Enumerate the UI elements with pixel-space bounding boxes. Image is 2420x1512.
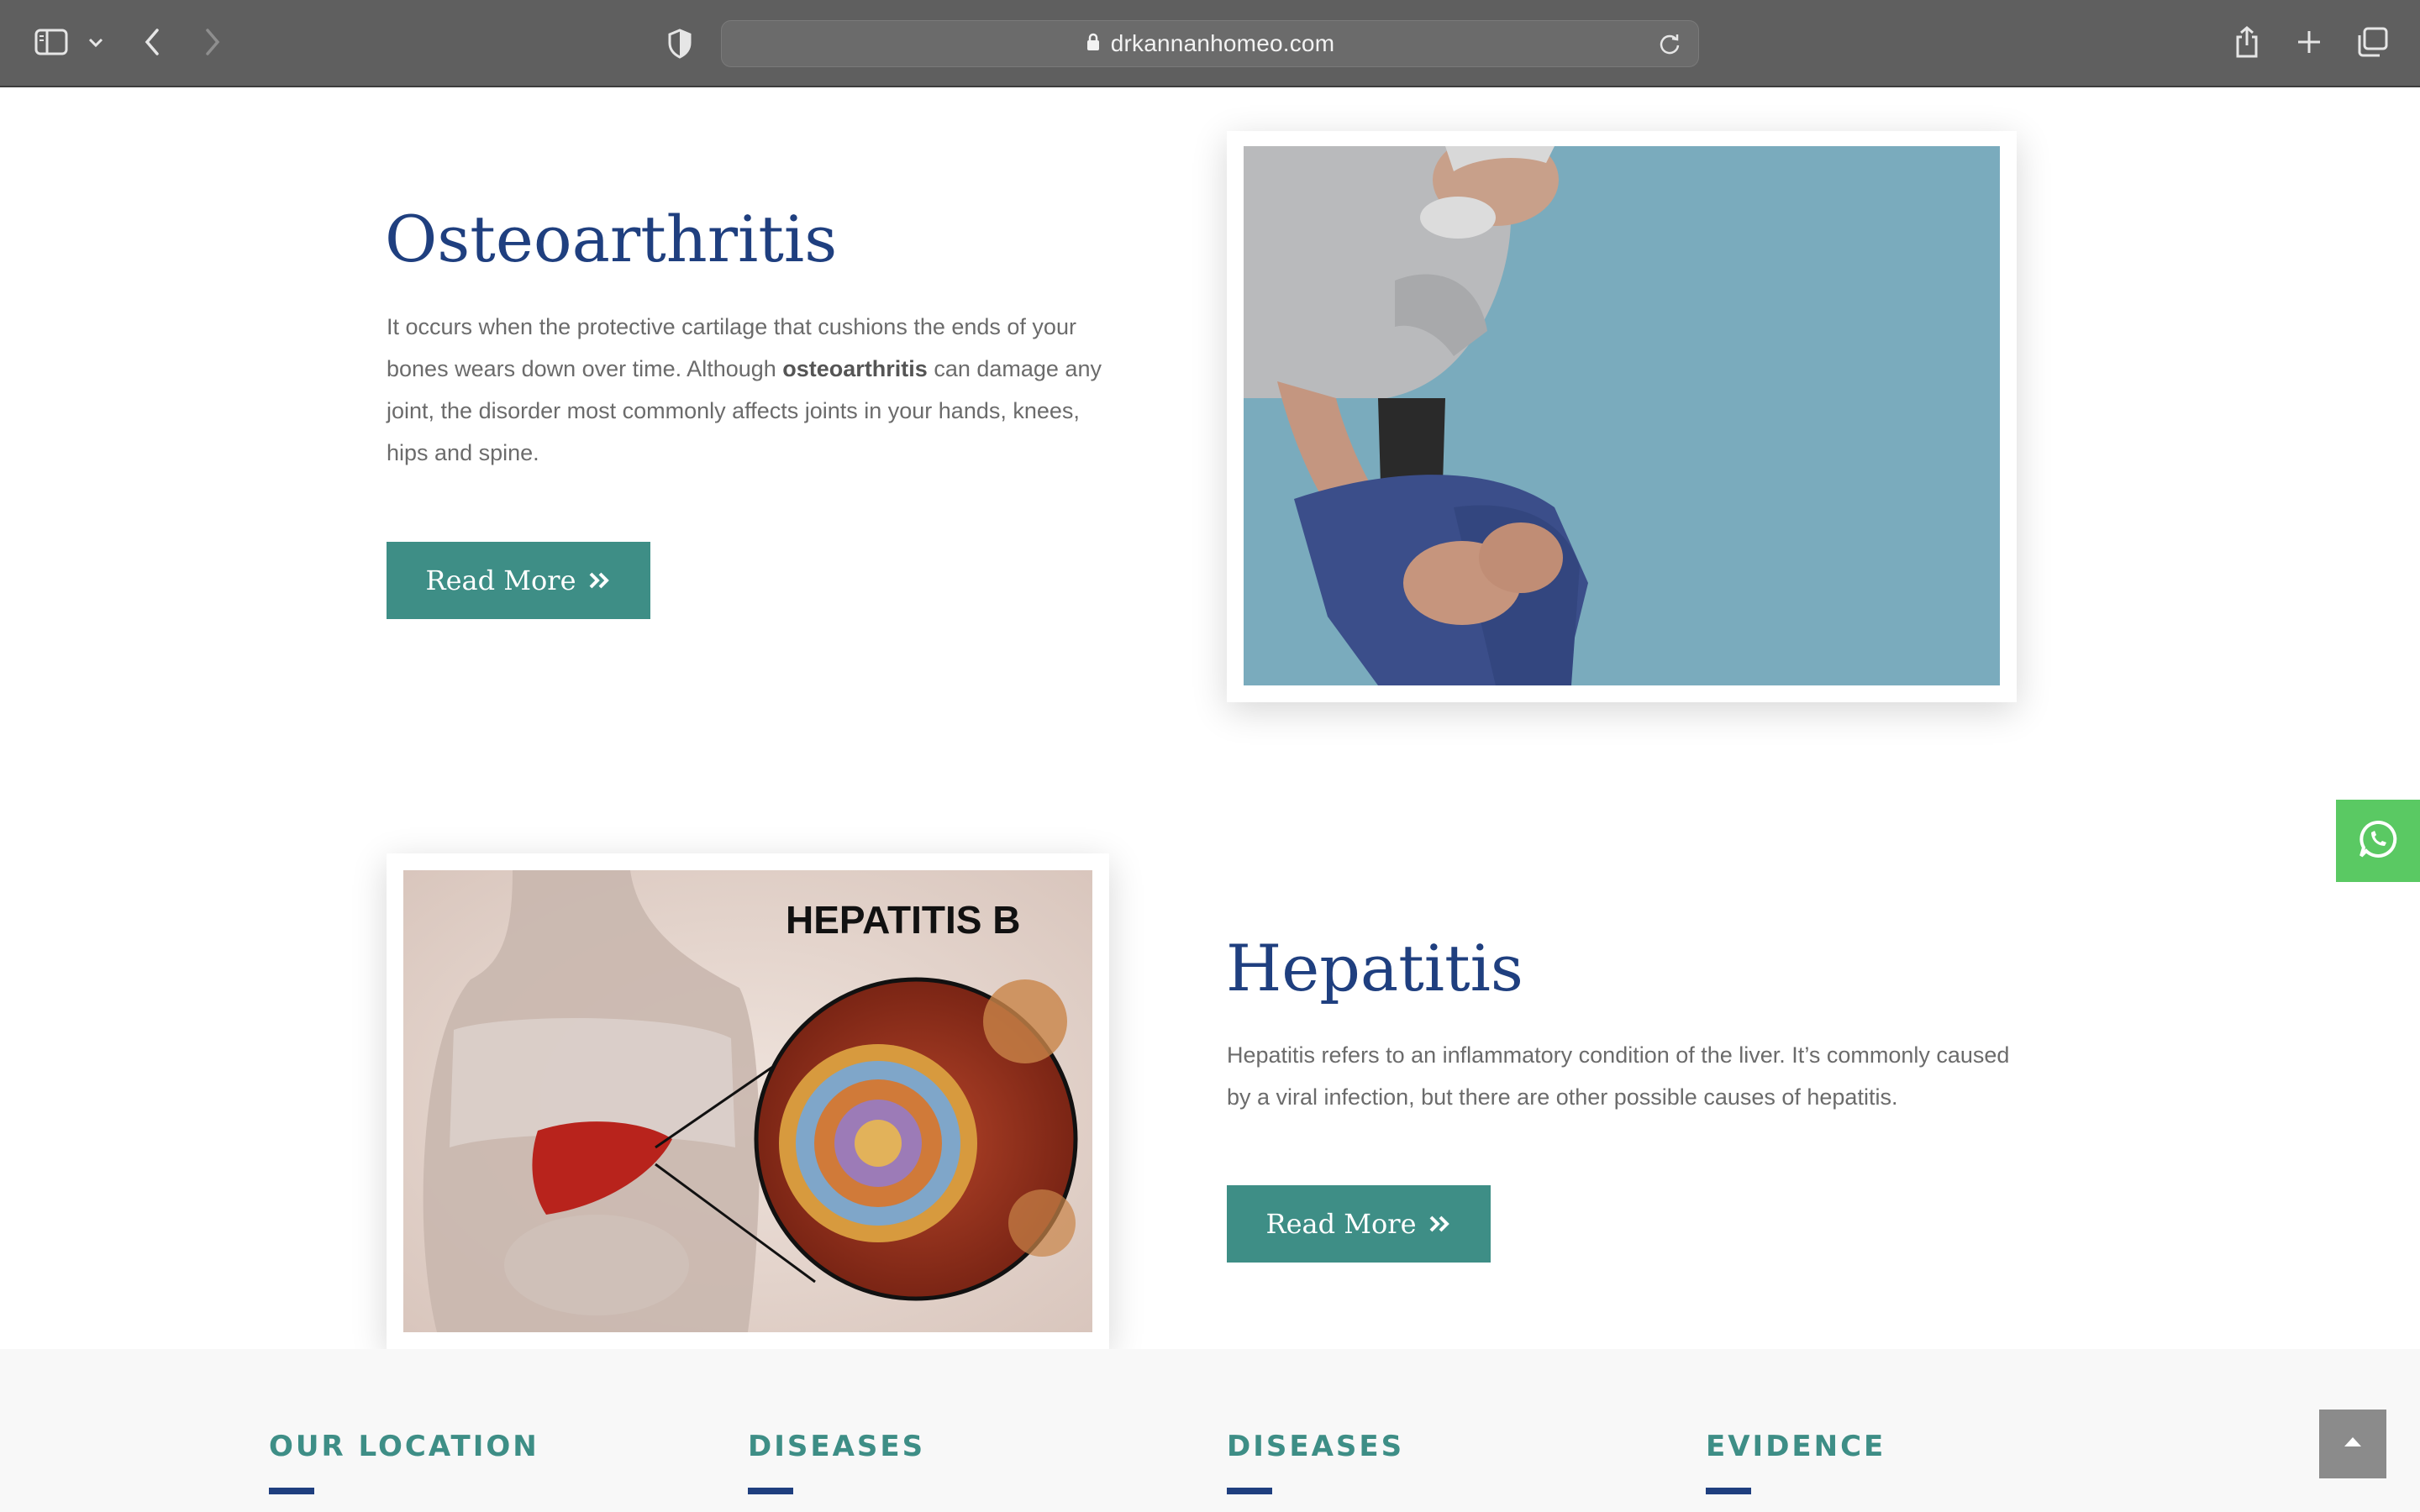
browser-toolbar: drkannanhomeo.com: [0, 0, 2420, 87]
arrow-up-icon: [2343, 1436, 2363, 1453]
osteoarthritis-desc-bold: osteoarthritis: [782, 356, 928, 381]
reload-icon[interactable]: [1658, 31, 1681, 60]
sidebar-icon[interactable]: [34, 27, 69, 57]
osteoarthritis-read-more-button[interactable]: Read More: [387, 542, 650, 619]
hepatitis-b-illustration: HEPATITIS B: [403, 870, 1092, 1332]
whatsapp-icon: [2357, 818, 2399, 864]
new-tab-icon[interactable]: [2294, 27, 2324, 57]
footer-title-underline: [1227, 1488, 1272, 1494]
footer-title-diseases: DISEASES: [748, 1430, 926, 1463]
double-chevron-right-icon: [588, 564, 612, 596]
lock-icon: [1086, 32, 1101, 56]
hepatitis-image-card: HEPATITIS B: [387, 853, 1109, 1349]
hepatitis-b-image-text: HEPATITIS B: [786, 898, 1020, 942]
double-chevron-right-icon: [1428, 1208, 1452, 1240]
read-more-label: Read More: [425, 564, 576, 596]
knee-pain-photo: [1244, 146, 2000, 685]
osteoarthritis-heading: Osteoarthritis: [385, 202, 838, 276]
chevron-down-icon[interactable]: [84, 32, 108, 54]
url-text: drkannanhomeo.com: [1110, 30, 1335, 56]
scroll-to-top-button[interactable]: [2319, 1410, 2386, 1478]
footer-title-underline: [269, 1488, 314, 1494]
hepatitis-description: Hepatitis refers to an inflammatory cond…: [1227, 1042, 2010, 1110]
footer-title-evidence: EVIDENCE: [1706, 1430, 1886, 1463]
footer-title-underline: [748, 1488, 793, 1494]
back-icon[interactable]: [139, 25, 165, 59]
whatsapp-button[interactable]: [2336, 800, 2420, 882]
osteoarthritis-image-card: [1227, 131, 2017, 702]
forward-icon[interactable]: [200, 25, 225, 59]
hepatitis-read-more-button[interactable]: Read More: [1227, 1185, 1491, 1263]
share-icon[interactable]: [2230, 24, 2264, 60]
address-bar[interactable]: drkannanhomeo.com: [721, 20, 1699, 67]
hepatitis-heading: Hepatitis: [1226, 931, 1523, 1005]
footer-title-diseases-2: DISEASES: [1227, 1430, 1405, 1463]
tabs-overview-icon[interactable]: [2354, 25, 2390, 59]
privacy-shield-icon[interactable]: [666, 27, 694, 60]
footer-title-underline: [1706, 1488, 1751, 1494]
read-more-label: Read More: [1265, 1208, 1417, 1240]
osteoarthritis-description: It occurs when the protective cartilage …: [387, 306, 1109, 474]
footer-title-our-location: OUR LOCATION: [269, 1430, 539, 1463]
